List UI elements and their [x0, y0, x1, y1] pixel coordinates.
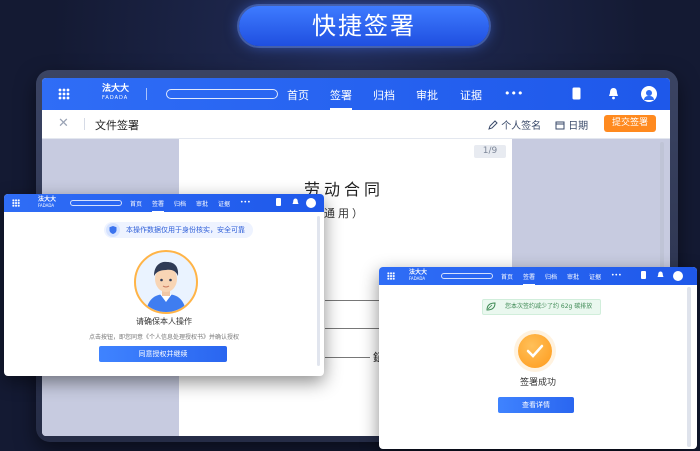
agree-continue-button[interactable]: 同意授权并继续	[99, 346, 227, 362]
search-input[interactable]	[166, 89, 278, 99]
toolbar-divider	[84, 118, 85, 130]
user-portrait-illustration	[134, 250, 198, 314]
nav-item-home[interactable]: 首页	[130, 199, 142, 208]
user-avatar-icon[interactable]	[641, 86, 657, 102]
brand-logo: 法大大 FADADA	[409, 270, 427, 282]
nav-item-sign[interactable]: 签署	[523, 272, 536, 285]
nav-item-archive[interactable]: 归档	[174, 199, 186, 208]
nav-item-archive[interactable]: 归档	[373, 87, 395, 103]
pen-icon	[488, 120, 498, 130]
personal-sign-button[interactable]: 个人签名	[488, 117, 541, 132]
nav-item-approval[interactable]: 审批	[416, 87, 438, 103]
personal-sign-label: 个人签名	[501, 121, 542, 132]
page-title: 文件签署	[95, 119, 139, 132]
brand-name: 法大大	[102, 84, 130, 94]
security-notice: 本操作数据仅用于身份核实，安全可靠	[104, 222, 253, 238]
document-toolbar: ✕ 文件签署 个人签名 日期 提交签署	[42, 110, 670, 139]
nav-item-evidence[interactable]: 证据	[218, 199, 230, 208]
nav-item-archive[interactable]: 归档	[545, 272, 557, 281]
success-window: 法大大 FADADA 首页 签署 归档 审批 证据 ••• 您本次签约减少了约 …	[379, 267, 697, 449]
view-details-button[interactable]: 查看详情	[498, 397, 574, 413]
scrollbar[interactable]	[687, 287, 691, 447]
brand-name: 法大大	[409, 269, 428, 276]
nav-more-icon[interactable]: •••	[504, 87, 523, 100]
scrollbar[interactable]	[317, 216, 320, 366]
mobile-icon[interactable]	[276, 198, 281, 208]
success-check-icon	[518, 334, 552, 368]
close-icon[interactable]: ✕	[58, 116, 69, 131]
document-line	[325, 300, 380, 301]
brand-name: 法大大	[38, 196, 57, 203]
mobile-icon[interactable]	[572, 87, 581, 103]
user-avatar-icon[interactable]	[306, 198, 316, 208]
nav-item-home[interactable]: 首页	[287, 87, 309, 103]
auth-window-nav: 法大大 FADADA 首页 签署 归档 审批 证据 •••	[4, 194, 324, 212]
carbon-notice: 您本次签约减少了约 62g 碳排放	[482, 299, 602, 315]
page-indicator: 1/9	[474, 145, 506, 158]
app-grid-icon[interactable]	[58, 88, 70, 100]
auth-window: 法大大 FADADA 首页 签署 归档 审批 证据 ••• 本操作数据仅用于身份…	[4, 194, 324, 376]
brand-logo: 法大大 FADADA	[38, 197, 56, 209]
brand-subname: FADADA	[102, 95, 129, 101]
brand-subname: FADADA	[38, 203, 55, 208]
brand-subname: FADADA	[409, 276, 426, 281]
shield-icon	[106, 223, 120, 237]
brand-logo: 法大大 FADADA	[102, 85, 129, 103]
bell-icon[interactable]	[608, 87, 619, 103]
top-nav: 法大大 FADADA 首页 签署 归档 审批 证据 •••	[42, 78, 670, 110]
date-label: 日期	[568, 121, 589, 132]
leaf-icon	[486, 302, 496, 311]
mobile-icon[interactable]	[641, 271, 646, 281]
agreement-text: 点击按钮，即您同意《个人信息处理授权书》并确认授权	[88, 334, 239, 341]
date-button[interactable]: 日期	[555, 117, 588, 132]
nav-item-evidence[interactable]: 证据	[460, 87, 482, 103]
document-line	[325, 328, 380, 329]
user-avatar-icon[interactable]	[673, 271, 683, 281]
banner-title: 快捷签署	[239, 6, 489, 46]
app-grid-icon[interactable]	[12, 199, 20, 207]
calendar-icon	[555, 121, 565, 130]
nav-more-icon[interactable]: •••	[240, 199, 251, 206]
nav-item-approval[interactable]: 审批	[567, 272, 579, 281]
nav-divider	[146, 88, 147, 100]
search-input[interactable]	[70, 200, 122, 206]
nav-more-icon[interactable]: •••	[611, 272, 622, 279]
bell-icon[interactable]	[292, 198, 299, 208]
submit-sign-button[interactable]: 提交签署	[604, 115, 656, 132]
success-window-nav: 法大大 FADADA 首页 签署 归档 审批 证据 •••	[379, 267, 697, 285]
app-grid-icon[interactable]	[387, 272, 395, 280]
nav-item-home[interactable]: 首页	[501, 272, 513, 281]
nav-item-sign[interactable]: 签署	[330, 87, 352, 110]
operation-caption: 请确保本人操作	[136, 317, 192, 326]
success-status: 签署成功	[519, 378, 556, 388]
document-line	[325, 357, 370, 358]
nav-item-sign[interactable]: 签署	[152, 199, 165, 212]
nav-item-approval[interactable]: 审批	[196, 199, 208, 208]
nav-item-evidence[interactable]: 证据	[589, 272, 601, 281]
bell-icon[interactable]	[657, 271, 664, 281]
search-input[interactable]	[441, 273, 493, 279]
